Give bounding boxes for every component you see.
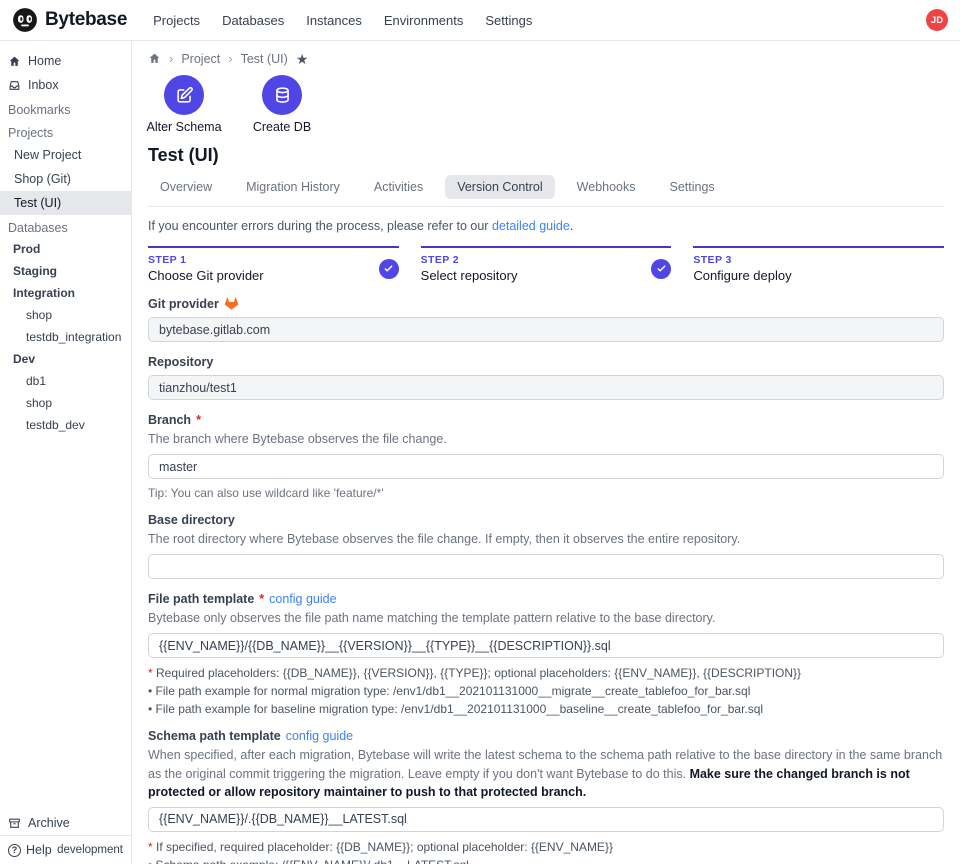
breadcrumb-project[interactable]: Project [181, 52, 220, 66]
breadcrumb: › Project › Test (UI) ★ [148, 51, 944, 66]
brand-logo[interactable]: Bytebase [12, 7, 127, 33]
nav-databases[interactable]: Databases [222, 13, 284, 28]
top-nav-links: Projects Databases Instances Environment… [153, 13, 926, 28]
required-asterisk: * [259, 592, 264, 606]
breadcrumb-test-ui[interactable]: Test (UI) [241, 52, 288, 66]
field-file-path-template: File path template * config guide Byteba… [148, 592, 944, 716]
chevron-right-icon: › [169, 51, 173, 66]
sidebar: Home Inbox Bookmarks Projects New Projec… [0, 41, 132, 864]
file-path-template-input[interactable] [148, 633, 944, 658]
tab-activities[interactable]: Activities [362, 175, 435, 199]
step-1-choose-git-provider: STEP 1 Choose Git provider [148, 246, 399, 283]
tab-webhooks[interactable]: Webhooks [565, 175, 648, 199]
base-directory-input[interactable] [148, 554, 944, 579]
step-2-select-repository: STEP 2 Select repository [421, 246, 672, 283]
version-control-panel: If you encounter errors during the proce… [148, 207, 944, 864]
sidebar-project-shop-git[interactable]: Shop (Git) [0, 167, 131, 191]
create-db-button[interactable]: Create DB [246, 75, 318, 134]
sidebar-section-bookmarks: Bookmarks [0, 97, 131, 120]
schema-path-config-guide-link[interactable]: config guide [286, 729, 353, 743]
sidebar-project-test-ui[interactable]: Test (UI) [0, 191, 131, 215]
brand-name: Bytebase [45, 9, 127, 31]
edit-icon [164, 75, 204, 115]
setup-steps: STEP 1 Choose Git provider STEP 2 Select… [148, 246, 944, 283]
sidebar-project-new[interactable]: New Project [0, 143, 131, 167]
alter-schema-button[interactable]: Alter Schema [148, 75, 220, 134]
tab-overview[interactable]: Overview [148, 175, 224, 199]
file-path-required-note: * Required placeholders: {{DB_NAME}}, {{… [148, 666, 944, 680]
file-path-config-guide-link[interactable]: config guide [269, 592, 336, 606]
step-3-configure-deploy: STEP 3 Configure deploy [693, 246, 944, 283]
field-branch: Branch * The branch where Bytebase obser… [148, 413, 944, 500]
sidebar-section-projects: Projects [0, 120, 131, 143]
inbox-icon [8, 79, 21, 92]
branch-input[interactable] [148, 454, 944, 479]
sidebar-item-inbox[interactable]: Inbox [0, 73, 131, 97]
sidebar-item-archive[interactable]: Archive [0, 811, 131, 835]
file-path-example-baseline: • File path example for baseline migrati… [148, 702, 944, 716]
home-icon [8, 55, 21, 68]
sidebar-spacer [0, 436, 131, 811]
sidebar-env-integration: Integration [0, 282, 131, 304]
tab-bar: Overview Migration History Activities Ve… [148, 175, 944, 207]
required-asterisk: * [196, 413, 201, 427]
field-repository: Repository [148, 355, 944, 400]
sidebar-env-dev: Dev [0, 348, 131, 370]
check-circle-icon [379, 259, 399, 279]
nav-projects[interactable]: Projects [153, 13, 200, 28]
nav-settings[interactable]: Settings [485, 13, 532, 28]
tab-migration-history[interactable]: Migration History [234, 175, 352, 199]
git-provider-input[interactable] [148, 317, 944, 342]
field-git-provider: Git provider [148, 296, 944, 342]
bytebase-logo-icon [12, 7, 38, 33]
sidebar-db-shop-integration[interactable]: shop [0, 304, 131, 326]
nav-environments[interactable]: Environments [384, 13, 463, 28]
schema-path-required-note: * If specified, required placeholder: {{… [148, 840, 944, 854]
breadcrumb-home-icon[interactable] [148, 52, 161, 65]
page-title: Test (UI) [148, 145, 944, 166]
file-path-example-normal: • File path example for normal migration… [148, 684, 944, 698]
nav-instances[interactable]: Instances [306, 13, 362, 28]
tab-version-control[interactable]: Version Control [445, 175, 554, 199]
field-base-directory: Base directory The root directory where … [148, 513, 944, 579]
sidebar-db-shop-dev[interactable]: shop [0, 392, 131, 414]
schema-path-example: • Schema path example: /{{ENV_NAME}}/.db… [148, 858, 944, 864]
schema-path-template-input[interactable] [148, 807, 944, 832]
sidebar-db-testdb-integration[interactable]: testdb_integration [0, 326, 131, 348]
error-help-text: If you encounter errors during the proce… [148, 219, 944, 233]
user-avatar[interactable]: JD [926, 9, 948, 31]
check-circle-icon [651, 259, 671, 279]
sidebar-db-testdb-dev[interactable]: testdb_dev [0, 414, 131, 436]
version-label: development [57, 844, 123, 856]
top-navbar: Bytebase Projects Databases Instances En… [0, 0, 960, 41]
tab-settings[interactable]: Settings [658, 175, 727, 199]
help-icon: ? [8, 844, 21, 857]
sidebar-env-prod: Prod [0, 238, 131, 260]
sidebar-item-home[interactable]: Home [0, 49, 131, 73]
branch-tip: Tip: You can also use wildcard like 'fea… [148, 486, 944, 500]
chevron-right-icon: › [228, 51, 232, 66]
database-icon [262, 75, 302, 115]
help-button[interactable]: ? Help [8, 843, 52, 857]
sidebar-env-staging: Staging [0, 260, 131, 282]
quick-actions: Alter Schema Create DB [148, 75, 944, 134]
field-schema-path-template: Schema path template config guide When s… [148, 729, 944, 864]
gitlab-icon [224, 296, 239, 311]
sidebar-section-databases: Databases [0, 215, 131, 238]
favorite-star-icon[interactable]: ★ [296, 52, 309, 66]
sidebar-db-db1[interactable]: db1 [0, 370, 131, 392]
sidebar-footer: ? Help development [0, 835, 131, 864]
archive-icon [8, 817, 21, 830]
main-content: › Project › Test (UI) ★ Alter Schema Cre… [132, 41, 960, 864]
detailed-guide-link[interactable]: detailed guide [492, 219, 570, 233]
repository-input[interactable] [148, 375, 944, 400]
